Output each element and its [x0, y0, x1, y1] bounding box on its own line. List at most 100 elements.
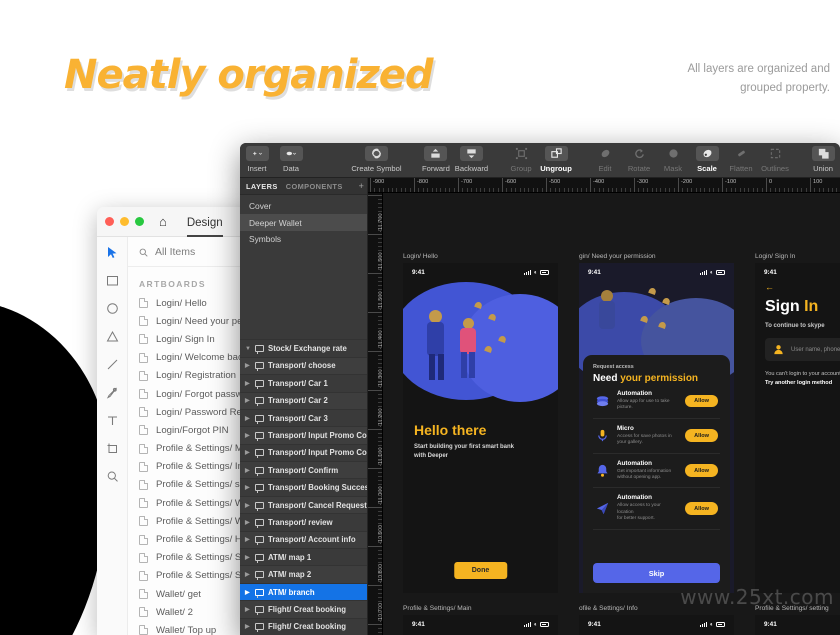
tab-design[interactable]: Design — [186, 217, 223, 237]
allow-button[interactable]: Allow — [685, 394, 718, 408]
skip-button[interactable]: Skip — [593, 563, 720, 583]
zoom-icon[interactable] — [105, 469, 120, 484]
toolbar-scale-button[interactable]: Scale — [690, 143, 724, 173]
toolbar-create-symbol-button[interactable]: Create Symbol — [351, 143, 402, 173]
toolbar-union-button[interactable]: Union — [806, 143, 840, 173]
ellipse-icon[interactable] — [105, 301, 120, 316]
toolbar-backward-button[interactable]: Backward — [453, 143, 490, 173]
chevron-right-icon[interactable]: ▶ — [245, 571, 251, 578]
permission-text: Automation Allow app for use to take pictu… — [617, 390, 678, 412]
chevron-right-icon[interactable]: ▶ — [245, 502, 251, 509]
artboard-profile-info[interactable]: ofile & Settings/ Info 9:41 ◐ — [579, 605, 734, 635]
chevron-right-icon[interactable]: ▶ — [245, 432, 251, 439]
list-item-label: Wallet/ 2 — [156, 606, 193, 618]
maximize-icon[interactable] — [135, 217, 144, 226]
layer-row[interactable]: ▶ Transport/ choose — [240, 356, 367, 375]
username-field[interactable]: User name, phone or — [765, 338, 840, 361]
chevron-right-icon[interactable]: ▶ — [245, 397, 251, 404]
toolbar-item-label: Edit — [598, 163, 612, 173]
triangle-icon[interactable] — [105, 329, 120, 344]
ruler-minor-tick — [378, 596, 382, 598]
chevron-right-icon[interactable]: ▶ — [245, 623, 251, 630]
layer-row[interactable]: ▼ Stock/ Exchange rate — [240, 339, 367, 356]
chevron-right-icon[interactable]: ▶ — [245, 484, 251, 491]
tab-layers[interactable]: LAYERS — [246, 182, 278, 191]
allow-button[interactable]: Allow — [685, 429, 718, 443]
toolbar-group-button[interactable]: Group — [504, 143, 538, 173]
ruler-minor-tick — [506, 188, 508, 192]
layer-row[interactable]: ▶ Transport/ Car 3 — [240, 408, 367, 426]
toolbar-rotate-button[interactable]: Rotate — [622, 143, 656, 173]
chevron-right-icon[interactable]: ▶ — [245, 362, 251, 369]
artboard-need-permission[interactable]: gin/ Need your permission 9:41 ◐ Request… — [579, 253, 734, 593]
toolbar-edit-button[interactable]: Edit — [588, 143, 622, 173]
artboard-sign-in[interactable]: Login/ Sign In 9:41 ◐ ← Sign In T — [755, 253, 840, 593]
canvas-area[interactable]: -900 -800 -700 -600 -500 -400 -300 -200 -100 0 100… — [368, 178, 840, 635]
artboard-login-hello[interactable]: Login/ Hello 9:41 ◐ Hello there Start bu… — [403, 253, 558, 593]
minimize-icon[interactable] — [120, 217, 129, 226]
chevron-right-icon[interactable]: ▶ — [245, 606, 251, 613]
toolbar-flatten-button[interactable]: Flatten — [724, 143, 758, 173]
toolbar-ungroup-button[interactable]: Ungroup — [538, 143, 574, 173]
layer-row[interactable]: ▶ Transport/ review — [240, 513, 367, 530]
back-arrow-icon[interactable]: ← — [755, 276, 840, 292]
artboard-page-icon — [139, 316, 148, 327]
toolbar-outlines-button[interactable]: Outlines — [758, 143, 792, 173]
page-item[interactable]: Symbols — [240, 231, 367, 247]
tab-components[interactable]: COMPONENTS — [286, 182, 343, 191]
toolbar-data-button[interactable]: Data — [274, 143, 308, 173]
rectangle-icon[interactable] — [105, 273, 120, 288]
chevron-right-icon[interactable]: ▶ — [245, 467, 251, 474]
horizontal-ruler[interactable]: -900 -800 -700 -600 -500 -400 -300 -200 -100 0 100… — [368, 178, 840, 193]
layer-row[interactable]: ▶ Transport/ Car 2 — [240, 391, 367, 409]
toolbar-insert-button[interactable]: Insert — [240, 143, 274, 173]
toolbar-item-label: Union — [813, 163, 833, 173]
ruler-minor-tick — [717, 188, 719, 192]
artboard-profile-main[interactable]: Profile & Settings/ Main 9:41 ◐ — [403, 605, 558, 635]
chevron-right-icon[interactable]: ▶ — [245, 449, 251, 456]
artboard-canvas[interactable]: Login/ Hello 9:41 ◐ Hello there Start bu… — [383, 193, 840, 635]
ruler-minor-tick — [378, 577, 382, 579]
layer-row[interactable]: ▶ ATM/ branch — [240, 582, 367, 601]
layer-row[interactable]: ▶ ATM/ map 1 — [240, 548, 367, 565]
page-item[interactable]: Cover — [240, 198, 367, 214]
ruler-minor-tick — [726, 188, 728, 192]
layer-row[interactable]: ▶ ATM/ map 2 — [240, 565, 367, 583]
cursor-icon[interactable] — [105, 245, 120, 260]
artboard-profile-setting[interactable]: Profile & Settings/ setting 9:41 ◐ — [755, 605, 840, 635]
chevron-right-icon[interactable]: ▶ — [245, 380, 251, 387]
allow-button[interactable]: Allow — [685, 502, 718, 515]
layer-row[interactable]: ▶ Transport/ Input Promo Code… — [240, 426, 367, 444]
chevron-right-icon[interactable]: ▶ — [245, 554, 251, 561]
layer-row[interactable]: ▶ Flight/ Creat booking — [240, 600, 367, 618]
chevron-down-icon[interactable]: ▼ — [245, 346, 251, 352]
toolbar-forward-button[interactable]: Forward — [419, 143, 453, 173]
layer-row[interactable]: ▶ Transport/ Cancel Request — [240, 495, 367, 514]
page-item[interactable]: Deeper Wallet — [240, 214, 367, 231]
layer-row[interactable]: ▶ Transport/ Booking Successful — [240, 478, 367, 495]
chevron-right-icon[interactable]: ▶ — [245, 415, 251, 422]
text-icon[interactable] — [105, 413, 120, 428]
layer-row[interactable]: ▶ Transport/ Account info — [240, 530, 367, 549]
layer-row[interactable]: ▶ Transport/ Input Promo Code — [240, 443, 367, 461]
chevron-right-icon[interactable]: ▶ — [245, 519, 251, 526]
artboard-icon[interactable] — [105, 441, 120, 456]
done-button[interactable]: Done — [453, 562, 508, 579]
allow-button[interactable]: Allow — [685, 464, 718, 477]
vertical-ruler[interactable]: -11,700-11,600-11,500-11,400-11,300-11,2… — [368, 193, 383, 635]
layer-row[interactable]: ▶ Flight/ Creat booking — [240, 617, 367, 635]
ruler-minor-tick — [713, 188, 715, 192]
plus-icon[interactable]: + — [359, 181, 364, 191]
chevron-right-icon[interactable]: ▶ — [245, 536, 251, 543]
toolbar-mask-button[interactable]: Mask — [656, 143, 690, 173]
layer-row[interactable]: ▶ Transport/ Car 1 — [240, 374, 367, 391]
chevron-right-icon[interactable]: ▶ — [245, 589, 251, 596]
line-icon[interactable] — [105, 357, 120, 372]
pen-icon[interactable] — [105, 385, 120, 400]
layer-row[interactable]: ▶ Transport/ Confirm — [240, 461, 367, 479]
home-icon[interactable]: ⌂ — [159, 215, 167, 228]
ruler-minor-tick — [748, 188, 750, 192]
close-icon[interactable] — [105, 217, 114, 226]
ruler-tick-label: -200 — [681, 179, 693, 185]
artboard-icon — [255, 536, 264, 546]
